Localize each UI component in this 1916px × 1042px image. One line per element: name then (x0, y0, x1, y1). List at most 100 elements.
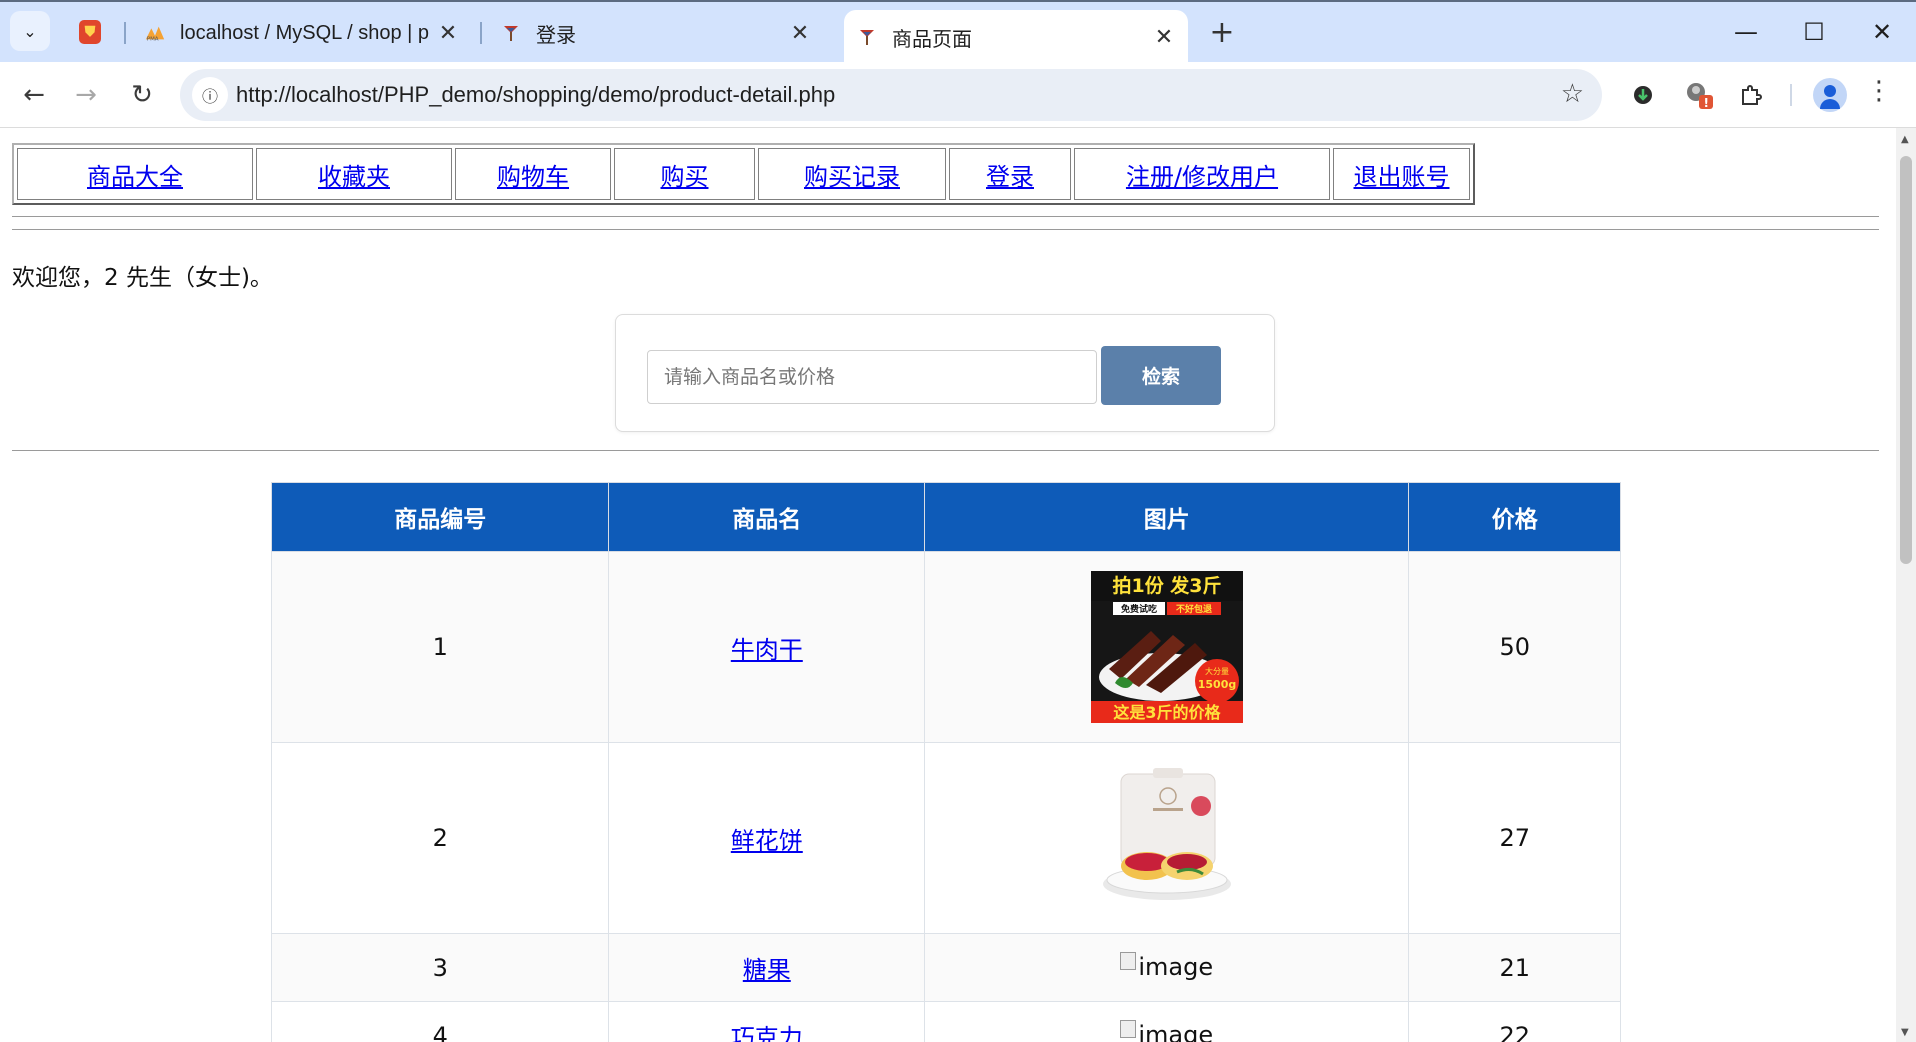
tab-product-page[interactable]: 商品页面 ✕ (844, 10, 1188, 64)
nav-link[interactable]: 购买 (661, 163, 709, 191)
product-image-cell (924, 742, 1410, 934)
nav-link[interactable]: 登录 (986, 163, 1034, 191)
address-bar[interactable]: ⓘ http://localhost/PHP_demo/shopping/dem… (180, 69, 1602, 121)
download-icon[interactable] (1626, 78, 1660, 112)
product-price: 50 (1408, 551, 1621, 743)
nav-item-register: 注册/修改用户 (1074, 148, 1330, 200)
vertical-scrollbar[interactable]: ▲ ▼ (1896, 128, 1916, 1042)
product-name-link[interactable]: 鲜花饼 (731, 827, 803, 855)
nav-item-logout: 退出账号 (1333, 148, 1470, 200)
scroll-down-icon[interactable]: ▼ (1901, 1027, 1909, 1038)
nav-link[interactable]: 收藏夹 (318, 163, 390, 191)
minimize-icon: — (1734, 18, 1758, 46)
more-menu-icon[interactable]: ⋮ (1866, 76, 1892, 106)
tab-login[interactable]: 登录 ✕ (488, 10, 824, 56)
close-icon[interactable]: ✕ (788, 20, 812, 46)
scrollbar-thumb[interactable] (1900, 156, 1912, 564)
nav-item-buy: 购买 (614, 148, 755, 200)
new-tab-button[interactable]: + (1204, 14, 1240, 50)
product-id: 4 (270, 1001, 610, 1042)
phpmyadmin-icon: PMA (144, 22, 166, 44)
tab-divider (480, 22, 482, 44)
column-header: 价格 (1408, 482, 1621, 552)
search-button[interactable]: 检索 (1101, 346, 1221, 405)
nav-link[interactable]: 商品大全 (87, 163, 183, 191)
close-icon: ✕ (1871, 18, 1893, 46)
search-panel: 检索 (615, 314, 1275, 432)
product-id: 1 (270, 551, 610, 743)
minimize-button[interactable]: — (1718, 8, 1774, 56)
svg-text:!: ! (1704, 96, 1709, 110)
search-input[interactable] (647, 350, 1097, 404)
profile-avatar-icon[interactable] (1813, 78, 1847, 112)
reload-button[interactable]: ↻ (122, 75, 162, 115)
product-price: 21 (1408, 933, 1621, 1002)
close-icon[interactable]: ✕ (436, 20, 460, 46)
flower-cake-image (1090, 762, 1243, 914)
broken-image-icon (1120, 952, 1137, 970)
maximize-button[interactable]: ☐ (1786, 8, 1842, 56)
tab-phpmyadmin[interactable]: PMA localhost / MySQL / shop | p ✕ (132, 10, 472, 56)
nav-menu: 商品大全 收藏夹 购物车 购买 购买记录 登录 注册/修改用户 退出账号 (12, 143, 1475, 205)
image-alt-text: image (1138, 953, 1214, 981)
tab-divider (124, 22, 126, 44)
product-name-link[interactable]: 巧克力 (731, 1024, 803, 1042)
image-alt-text: image (1138, 1021, 1214, 1042)
divider (12, 216, 1879, 217)
close-window-button[interactable]: ✕ (1854, 8, 1910, 56)
product-name-link[interactable]: 糖果 (743, 956, 791, 984)
extension-alert-icon[interactable]: ! (1682, 78, 1716, 112)
column-header: 商品编号 (270, 482, 610, 552)
beef-jerky-image: 拍1份 发3斤 免费试吃 不好包退 大分量 1500g 这是3斤的价格 (1090, 571, 1243, 723)
url-text[interactable]: http://localhost/PHP_demo/shopping/demo/… (236, 82, 835, 108)
broken-image: image (1120, 1020, 1214, 1042)
image-text: 拍1份 发3斤 (1112, 574, 1221, 597)
tab-search-button[interactable]: ⌄ (10, 11, 50, 51)
nav-link[interactable]: 退出账号 (1354, 163, 1450, 191)
nav-link[interactable]: 注册/修改用户 (1126, 163, 1278, 191)
extensions-puzzle-icon[interactable] (1734, 78, 1768, 112)
nav-link[interactable]: 购物车 (497, 163, 569, 191)
forward-button[interactable]: → (66, 75, 106, 115)
nav-item-purchase-history: 购买记录 (758, 148, 946, 200)
column-header: 图片 (924, 482, 1410, 552)
product-name-cell: 糖果 (608, 933, 926, 1002)
site-icon (856, 26, 878, 48)
tab-title: localhost / MySQL / shop | p (180, 21, 430, 44)
welcome-text: 欢迎您，2 先生（女士)。 (12, 265, 273, 291)
reload-icon: ↻ (131, 80, 153, 110)
nav-item-cart: 购物车 (455, 148, 611, 200)
divider (12, 229, 1879, 230)
scroll-up-icon[interactable]: ▲ (1901, 134, 1909, 145)
product-name-cell: 巧克力 (608, 1001, 926, 1042)
product-id: 2 (270, 742, 610, 934)
product-name-link[interactable]: 牛肉干 (731, 636, 803, 664)
nav-link[interactable]: 购买记录 (804, 163, 900, 191)
image-text: 这是3斤的价格 (1113, 703, 1221, 722)
table-header-row: 商品编号 商品名 图片 价格 (270, 482, 1621, 552)
maximize-icon: ☐ (1803, 18, 1825, 46)
broken-image: image (1120, 952, 1214, 981)
nav-item-favorites: 收藏夹 (256, 148, 452, 200)
table-row: 4 巧克力 image 22 (270, 1001, 1621, 1042)
plus-icon: + (1209, 14, 1235, 50)
close-icon[interactable]: ✕ (1152, 24, 1176, 50)
bookmark-star-icon[interactable]: ☆ (1561, 79, 1584, 109)
toolbar-divider (1790, 84, 1792, 106)
site-icon (500, 22, 522, 44)
product-image-cell: image (924, 933, 1410, 1002)
product-image-cell: 拍1份 发3斤 免费试吃 不好包退 大分量 1500g 这是3斤的价格 (924, 551, 1410, 743)
image-text: 1500g (1198, 678, 1237, 691)
pinned-tab[interactable]: ⛊ (68, 14, 112, 50)
column-header: 商品名 (608, 482, 926, 552)
image-text: 大分量 (1205, 666, 1229, 676)
table-row: 2 鲜花饼 27 (270, 742, 1621, 934)
back-button[interactable]: ← (14, 75, 54, 115)
tab-title: 登录 (536, 24, 576, 47)
product-image-cell: image (924, 1001, 1410, 1042)
tab-title: 商品页面 (892, 28, 972, 51)
site-info-icon[interactable]: ⓘ (192, 77, 228, 113)
page-viewport: 商品大全 收藏夹 购物车 购买 购买记录 登录 注册/修改用户 退出账号 欢迎您… (0, 128, 1896, 1042)
product-name-cell: 牛肉干 (608, 551, 926, 743)
extension-shield-icon: ⛊ (79, 20, 101, 44)
